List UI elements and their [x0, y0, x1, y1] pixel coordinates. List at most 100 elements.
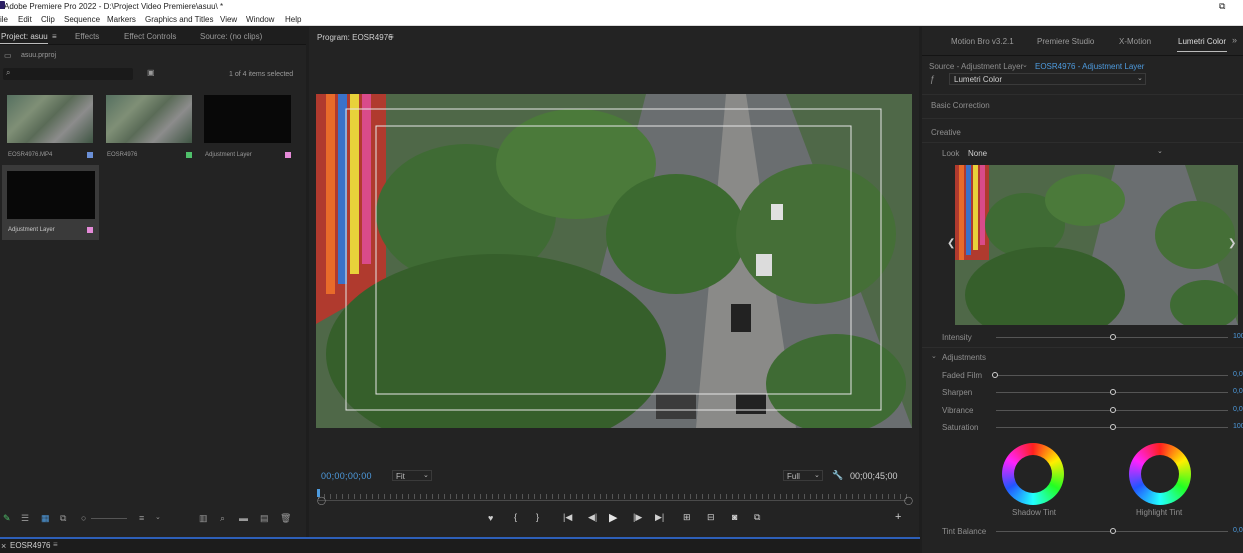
panel-menu-icon[interactable]: ≡: [52, 32, 57, 41]
freeform-view-icon[interactable]: ⧉: [60, 513, 66, 524]
zoom-handle-right[interactable]: ◯: [904, 496, 913, 505]
zoom-slider-knob-icon[interactable]: ○: [81, 513, 86, 523]
chevron-down-icon[interactable]: ⌄: [155, 513, 161, 521]
button-editor-add-icon[interactable]: +: [895, 511, 901, 523]
saturation-knob[interactable]: [1110, 424, 1116, 430]
sort-icon[interactable]: ≡: [139, 513, 144, 523]
find-icon[interactable]: ⌕: [220, 513, 225, 524]
target-clip-label[interactable]: EOSR4976 - Adjustment Layer: [1035, 62, 1144, 71]
label-color-swatch[interactable]: [87, 227, 93, 233]
source-label[interactable]: Source - Adjustment Layer: [929, 62, 1023, 71]
wrench-icon[interactable]: 🔧: [832, 470, 843, 481]
menu-window[interactable]: Window: [246, 15, 274, 24]
tab-premiere-studio[interactable]: Premiere Studio: [1037, 37, 1094, 46]
new-bin-icon[interactable]: ▣: [147, 68, 155, 77]
intensity-value[interactable]: 100: [1233, 333, 1243, 340]
basic-correction-section[interactable]: Basic Correction: [931, 101, 990, 110]
zoom-handle-left[interactable]: ◯: [317, 496, 326, 505]
label-color-swatch[interactable]: [285, 152, 291, 158]
tint-balance-value[interactable]: 0,0: [1233, 527, 1243, 534]
previous-look-icon[interactable]: ❮: [947, 238, 955, 249]
panel-menu-icon[interactable]: ≡: [389, 32, 394, 41]
tab-lumetri-color[interactable]: Lumetri Color: [1178, 37, 1226, 46]
tint-balance-knob[interactable]: [1110, 528, 1116, 534]
chevron-down-icon[interactable]: ⌄: [1022, 61, 1028, 69]
menu-sequence[interactable]: Sequence: [64, 15, 100, 24]
play-icon[interactable]: ▶: [609, 511, 617, 524]
tab-source[interactable]: Source: (no clips): [200, 32, 262, 41]
new-item-icon[interactable]: ▤: [260, 513, 269, 524]
faded-film-knob[interactable]: [992, 372, 998, 378]
mark-in-icon[interactable]: {: [514, 512, 517, 522]
clip-thumbnail-eosr4976-mp4[interactable]: [7, 95, 93, 143]
adjustments-section[interactable]: Adjustments: [942, 353, 986, 362]
project-search-input[interactable]: ⌕: [3, 68, 133, 80]
saturation-value[interactable]: 100: [1233, 423, 1243, 430]
sharpen-value[interactable]: 0,0: [1233, 388, 1243, 395]
sharpen-knob[interactable]: [1110, 389, 1116, 395]
menu-help[interactable]: Help: [285, 15, 301, 24]
menu-markers[interactable]: Markers: [107, 15, 136, 24]
menu-graphics-and-titles[interactable]: Graphics and Titles: [145, 15, 213, 24]
intensity-slider-knob[interactable]: [1110, 334, 1116, 340]
icon-view-icon[interactable]: ▦: [41, 513, 50, 524]
step-forward-icon[interactable]: |▶: [633, 512, 642, 523]
look-dropdown[interactable]: None ⌄: [964, 147, 1168, 159]
highlight-tint-color-wheel[interactable]: [1129, 443, 1191, 505]
mark-out-icon[interactable]: }: [536, 512, 539, 522]
timeline-panel-tab[interactable]: × EOSR4976 ≡: [0, 537, 920, 553]
vibrance-knob[interactable]: [1110, 407, 1116, 413]
clip-name: EOSR4976: [107, 152, 138, 158]
close-icon[interactable]: ×: [1, 541, 6, 551]
tab-effects[interactable]: Effects: [75, 32, 99, 41]
adjustment-layer-thumbnail[interactable]: [204, 95, 291, 143]
restore-window-icon[interactable]: ⧉: [1219, 1, 1225, 12]
tab-effect-controls[interactable]: Effect Controls: [124, 32, 176, 41]
faded-film-slider[interactable]: [996, 375, 1228, 376]
menu-file[interactable]: ile: [0, 15, 8, 24]
label-color-swatch[interactable]: [87, 152, 93, 158]
effect-select-dropdown[interactable]: Lumetri Color ⌄: [949, 73, 1146, 85]
adjustment-layer-thumbnail-selected[interactable]: [7, 171, 95, 219]
step-back-icon[interactable]: ◀|: [588, 512, 597, 523]
extract-icon[interactable]: ⊟: [707, 512, 715, 523]
list-view-icon[interactable]: ☰: [21, 513, 29, 524]
add-marker-icon[interactable]: ♥: [488, 513, 493, 523]
menu-edit[interactable]: Edit: [18, 15, 32, 24]
chevron-down-icon[interactable]: ⌄: [931, 352, 937, 360]
faded-film-value[interactable]: 0,0: [1233, 371, 1243, 378]
sequence-thumbnail-eosr4976[interactable]: [106, 95, 192, 143]
next-look-icon[interactable]: ❯: [1228, 238, 1236, 249]
current-timecode[interactable]: 00;00;00;00: [321, 471, 372, 481]
go-to-out-icon[interactable]: ▶|: [655, 512, 664, 523]
zoom-slider-track[interactable]: [91, 518, 127, 519]
playback-resolution-dropdown[interactable]: Full ⌄: [783, 470, 823, 481]
new-bin-icon[interactable]: ▬: [239, 513, 248, 523]
label-color-swatch[interactable]: [186, 152, 192, 158]
menu-clip[interactable]: Clip: [41, 15, 55, 24]
lift-icon[interactable]: ⊞: [683, 512, 691, 523]
panel-menu-icon[interactable]: ≡: [53, 540, 58, 549]
program-video-frame[interactable]: [316, 94, 912, 428]
trash-icon[interactable]: 🗑: [280, 513, 291, 524]
scrub-bar[interactable]: [318, 500, 906, 501]
comparison-view-icon[interactable]: ⧉: [754, 512, 760, 523]
sequence-tab-name[interactable]: EOSR4976: [10, 541, 50, 550]
time-ruler[interactable]: [318, 491, 908, 499]
vibrance-value[interactable]: 0,0: [1233, 406, 1243, 413]
fit-zoom-dropdown[interactable]: Fit ⌄: [392, 470, 432, 481]
tab-project[interactable]: Project: asuu: [1, 32, 48, 41]
tab-motion-bro[interactable]: Motion Bro v3.2.1: [951, 37, 1014, 46]
creative-section[interactable]: Creative: [931, 128, 961, 137]
pencil-icon[interactable]: ✎: [3, 513, 11, 524]
menu-view[interactable]: View: [220, 15, 237, 24]
selected-item-highlight[interactable]: Adjustment Layer: [2, 165, 99, 240]
tab-x-motion[interactable]: X-Motion: [1119, 37, 1151, 46]
fx-icon[interactable]: ƒ: [930, 74, 935, 84]
go-to-in-icon[interactable]: |◀: [563, 512, 572, 523]
more-tabs-icon[interactable]: »: [1232, 35, 1237, 45]
look-preview-image[interactable]: [955, 165, 1238, 325]
shadow-tint-color-wheel[interactable]: [1002, 443, 1064, 505]
automate-to-sequence-icon[interactable]: ▥: [199, 513, 208, 524]
export-frame-camera-icon[interactable]: ◙: [732, 512, 737, 522]
